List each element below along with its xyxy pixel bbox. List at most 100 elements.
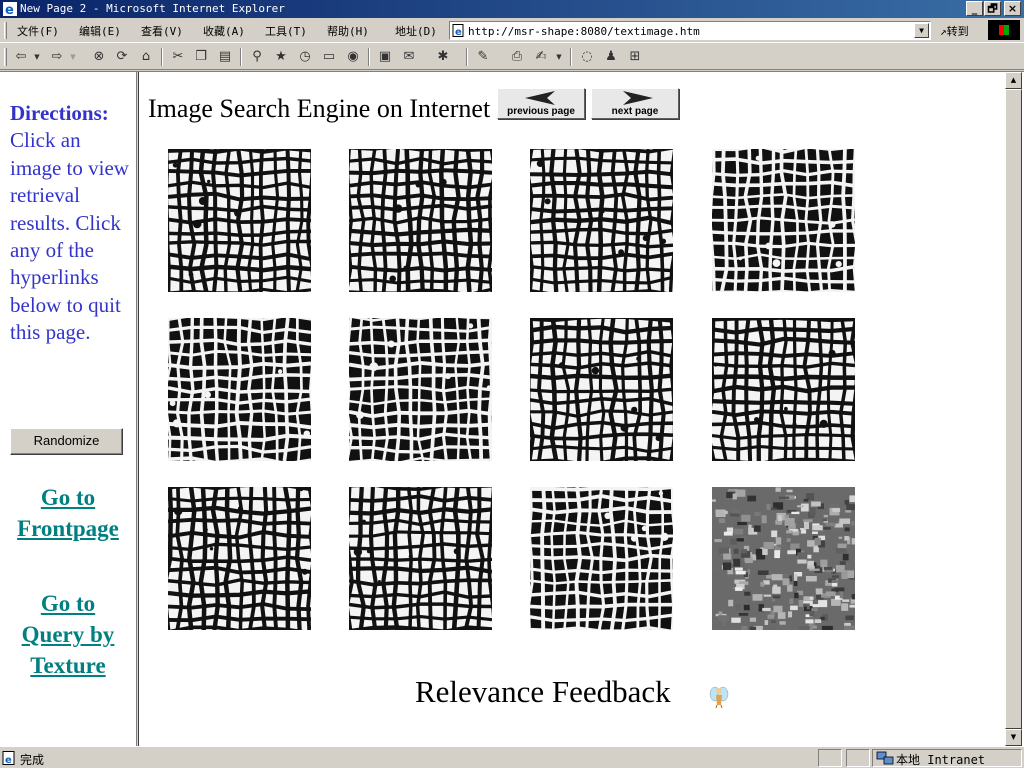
edit-icon[interactable]: ✎: [474, 48, 492, 66]
texture-thumbnail[interactable]: [712, 487, 855, 630]
print-icon[interactable]: ⎙: [508, 48, 526, 66]
address-dropdown-icon[interactable]: ▼: [914, 23, 929, 38]
next-page-button[interactable]: next page: [591, 88, 679, 119]
go-to-query-by-texture-link[interactable]: Go to Query by Texture: [0, 588, 136, 681]
texture-link-line3[interactable]: Texture: [0, 650, 136, 681]
address-bar[interactable]: e http://msr-shape:8080/textimage.htm ▼: [449, 21, 931, 40]
directions-panel: Directions: Click an image to view retri…: [10, 100, 134, 347]
texture-image: [349, 149, 492, 292]
menu-tools[interactable]: 工具(T): [265, 23, 307, 39]
previous-page-button[interactable]: previous page: [497, 88, 585, 119]
next-page-label: next page: [611, 106, 659, 117]
left-arrow-icon: [525, 91, 555, 105]
minimize-button[interactable]: _: [966, 1, 983, 16]
texture-thumbnail[interactable]: [168, 487, 311, 630]
menu-file[interactable]: 文件(F): [17, 23, 59, 39]
status-bar: e 完成 本地 Intranet: [0, 746, 1024, 768]
texture-thumbnail[interactable]: [712, 149, 855, 292]
relevance-feedback-label: Relevance Feedback: [415, 674, 671, 709]
research-icon[interactable]: ⊞: [626, 48, 644, 66]
favorites-icon[interactable]: ★: [272, 48, 290, 66]
menu-bar: 文件(F) 编辑(E) 查看(V) 收藏(A) 工具(T) 帮助(H) 地址(D…: [0, 18, 1024, 43]
menu-grip[interactable]: [4, 22, 7, 39]
scroll-down-icon[interactable]: ▼: [1005, 729, 1022, 746]
forward-icon[interactable]: ⇨: [48, 48, 66, 66]
toolbar-separator: [570, 48, 572, 66]
menu-view[interactable]: 查看(V): [141, 23, 183, 39]
menu-edit[interactable]: 编辑(E): [79, 23, 121, 39]
texture-thumbnail[interactable]: [349, 487, 492, 630]
menu-help[interactable]: 帮助(H): [327, 23, 369, 39]
toolbar-separator: [368, 48, 370, 66]
back-icon[interactable]: ⇦: [12, 48, 30, 66]
home-icon[interactable]: ⌂: [137, 48, 155, 66]
status-text: 完成: [20, 753, 45, 767]
scrollbar-thumb[interactable]: [1005, 89, 1022, 729]
vertical-scrollbar[interactable]: ▲ ▼: [1005, 72, 1022, 746]
scroll-up-icon[interactable]: ▲: [1005, 72, 1022, 89]
paste-icon[interactable]: ▤: [216, 48, 234, 66]
compose-icon[interactable]: ✍: [532, 48, 550, 66]
page-heading: Image Search Engine on Internet: [148, 94, 491, 123]
restore-button[interactable]: 🗗: [984, 1, 1001, 16]
go-label: 转到: [946, 25, 969, 38]
texture-image: [712, 487, 855, 630]
randomize-button[interactable]: Randomize: [10, 428, 123, 455]
texture-image: [712, 149, 855, 292]
frontpage-link-line1[interactable]: Go to: [0, 482, 136, 513]
fairy-icon[interactable]: [708, 685, 730, 709]
right-arrow-icon: [623, 91, 653, 105]
media-icon[interactable]: ◉: [344, 48, 362, 66]
translate-icon[interactable]: ✱: [434, 48, 452, 66]
texture-thumbnail[interactable]: [530, 487, 673, 630]
texture-link-line1[interactable]: Go to: [0, 588, 136, 619]
menu-favorites[interactable]: 收藏(A): [203, 23, 245, 39]
mail-icon[interactable]: ✉: [400, 48, 418, 66]
texture-thumbnail[interactable]: [168, 318, 311, 461]
previous-page-label: previous page: [507, 106, 575, 117]
fullscreen-icon[interactable]: ▣: [376, 48, 394, 66]
directions-title: Directions:: [10, 101, 109, 125]
history-icon[interactable]: ◷: [296, 48, 314, 66]
discuss-icon[interactable]: ◌: [578, 48, 596, 66]
texture-image: [349, 318, 492, 461]
texture-image: [168, 318, 311, 461]
windows-throbber-logo: [988, 20, 1020, 40]
refresh-icon[interactable]: ⟳: [113, 48, 131, 66]
svg-text:e: e: [5, 755, 12, 765]
folder-icon[interactable]: ▭: [320, 48, 338, 66]
page-done-icon: e: [2, 751, 15, 765]
cut-icon[interactable]: ✂: [169, 48, 187, 66]
texture-image: [530, 149, 673, 292]
copy-icon[interactable]: ❐: [192, 48, 210, 66]
messenger-icon[interactable]: ♟: [602, 48, 620, 66]
left-frame: Directions: Click an image to view retri…: [0, 72, 136, 746]
forward-dropdown-icon[interactable]: ▼: [68, 48, 78, 66]
texture-thumbnail[interactable]: [349, 318, 492, 461]
texture-image: [712, 318, 855, 461]
status-cell: [818, 749, 842, 767]
go-button[interactable]: ↗转到: [940, 23, 969, 39]
texture-thumbnail[interactable]: [349, 149, 492, 292]
close-button[interactable]: ×: [1004, 1, 1021, 16]
intranet-zone-icon: [876, 751, 894, 765]
toolbar-grip[interactable]: [4, 48, 7, 66]
title-bar: e New Page 2 - Microsoft Internet Explor…: [0, 0, 1024, 18]
texture-link-line2[interactable]: Query by: [0, 619, 136, 650]
address-input[interactable]: http://msr-shape:8080/textimage.htm: [468, 25, 700, 38]
compose-dropdown-icon[interactable]: ▼: [554, 48, 564, 66]
texture-thumbnail[interactable]: [530, 149, 673, 292]
toolbar: ⇦ ▼ ⇨ ▼ ⊗ ⟳ ⌂ ✂ ❐ ▤ ⚲ ★ ◷ ▭ ◉ ▣ ✉ ✱ ✎ ⎙ …: [0, 44, 1024, 70]
toolbar-separator: [240, 48, 242, 66]
go-to-frontpage-link[interactable]: Go to Frontpage: [0, 482, 136, 544]
texture-thumbnail[interactable]: [530, 318, 673, 461]
svg-text:e: e: [5, 3, 14, 16]
page-icon: e: [452, 24, 464, 37]
back-dropdown-icon[interactable]: ▼: [32, 48, 42, 66]
texture-thumbnail[interactable]: [168, 149, 311, 292]
texture-thumbnail[interactable]: [712, 318, 855, 461]
toolbar-separator: [161, 48, 163, 66]
frontpage-link-line2[interactable]: Frontpage: [0, 513, 136, 544]
search-icon[interactable]: ⚲: [248, 48, 266, 66]
stop-icon[interactable]: ⊗: [90, 48, 108, 66]
